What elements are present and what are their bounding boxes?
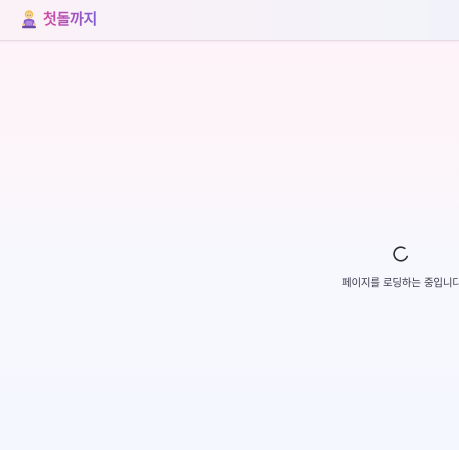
app-title: 첫돌까지 — [43, 10, 98, 28]
app-header: 첫돌까지 — [0, 0, 459, 41]
spinner-icon — [392, 245, 410, 263]
baby-crawling-icon — [20, 9, 38, 29]
loading-message: 페이지를 로딩하는 중입니다.. — [342, 277, 459, 289]
loading-indicator: 페이지를 로딩하는 중입니다.. — [0, 245, 459, 295]
brand-link[interactable]: 첫돌까지 — [20, 9, 97, 29]
